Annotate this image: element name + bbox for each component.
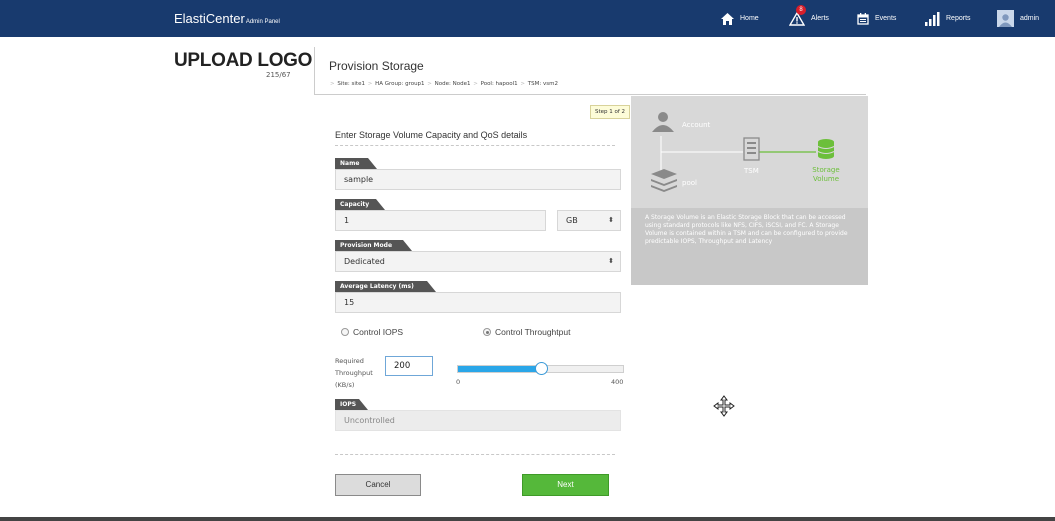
info-description: A Storage Volume is an Elastic Storage B… — [645, 214, 848, 245]
bar-chart-icon — [925, 11, 940, 26]
slider-min-label: 0 — [456, 378, 461, 386]
brand-name: ElastiCenter — [174, 11, 245, 26]
nav-alerts[interactable]: Alerts — [789, 0, 829, 37]
alerts-count-badge: 8 — [796, 5, 806, 15]
nav-home[interactable]: Home — [721, 0, 759, 37]
storage-hierarchy-diagram: Account pool TSM Storage Volume — [631, 96, 868, 208]
avatar — [997, 10, 1014, 27]
top-navigation-bar: ElastiCenterAdmin Panel Home Alerts 8 Ev… — [0, 0, 1055, 37]
page-title: Provision Storage — [329, 59, 424, 73]
breadcrumb-ha-group[interactable]: HA Group: group1 — [375, 81, 424, 87]
throughput-slider-fill — [458, 366, 541, 372]
next-button[interactable]: Next — [522, 474, 609, 496]
breadcrumb-node[interactable]: Node: Node1 — [435, 81, 471, 87]
nav-home-label: Home — [740, 15, 759, 22]
nav-reports-label: Reports — [946, 15, 971, 22]
page-header: Provision Storage > Site: site1 > HA Gro… — [314, 47, 866, 95]
provision-mode-select[interactable]: Dedicated ⬍ — [335, 251, 621, 272]
home-icon — [721, 12, 734, 25]
logo-dimensions: 215/67 — [266, 71, 291, 79]
nav-user-menu[interactable]: admin — [997, 0, 1039, 37]
move-cursor-icon — [713, 395, 735, 417]
step-indicator: Step 1 of 2 — [590, 105, 630, 119]
account-icon — [652, 112, 674, 132]
radio-control-iops-label: Control IOPS — [353, 327, 404, 337]
capacity-unit-value: GB — [566, 216, 578, 225]
radio-control-throughput[interactable]: Control Throughtput — [483, 327, 570, 337]
form-section-title: Enter Storage Volume Capacity and QoS de… — [335, 130, 528, 140]
bottom-edge — [0, 517, 1055, 521]
calendar-icon — [857, 12, 869, 25]
name-input[interactable]: sample — [335, 169, 621, 190]
info-panel: Account pool TSM Storage Volume A Storag… — [631, 96, 868, 285]
pool-text: pool — [682, 179, 697, 187]
radio-button-selected-icon — [483, 328, 491, 336]
breadcrumb-site[interactable]: Site: site1 — [337, 81, 365, 87]
user-silhouette-icon — [999, 14, 1012, 27]
breadcrumb-chevron-icon: > — [330, 81, 335, 87]
breadcrumb-pool[interactable]: Pool: hapool1 — [481, 81, 518, 87]
cancel-button[interactable]: Cancel — [335, 474, 421, 496]
app-brand[interactable]: ElastiCenterAdmin Panel — [174, 11, 280, 26]
throughput-slider-handle[interactable] — [534, 362, 548, 375]
storage-volume-text-line2: Volume — [813, 175, 839, 183]
provision-mode-label: Provision Mode — [335, 240, 412, 251]
storage-volume-database-icon — [817, 139, 835, 159]
pool-stack-icon — [651, 169, 677, 192]
nav-alerts-label: Alerts — [811, 15, 829, 22]
diagram-graphic: Account pool TSM Storage Volume — [651, 112, 840, 192]
breadcrumb-chevron-icon: > — [427, 81, 432, 87]
user-name: admin — [1020, 15, 1040, 22]
breadcrumb: > Site: site1 > HA Group: group1 > Node:… — [329, 81, 558, 87]
radio-button-icon — [341, 328, 349, 336]
account-text: Account — [682, 121, 711, 129]
nav-events-label: Events — [875, 15, 897, 22]
required-throughput-input[interactable]: 200 — [385, 356, 433, 376]
breadcrumb-chevron-icon: > — [520, 81, 526, 87]
tsm-text: TSM — [743, 167, 759, 175]
iops-field: Uncontrolled — [335, 410, 621, 431]
divider — [335, 145, 615, 146]
brand-subtitle: Admin Panel — [245, 19, 280, 25]
required-throughput-label: Required Throughput (KB/s) — [335, 357, 373, 389]
radio-control-throughput-label: Control Throughtput — [495, 327, 571, 337]
select-arrows-icon: ⬍ — [608, 257, 614, 265]
iops-label: IOPS — [335, 399, 368, 410]
average-latency-label: Average Latency (ms) — [335, 281, 436, 292]
name-label: Name — [335, 158, 377, 169]
storage-volume-text-line1: Storage — [812, 166, 839, 174]
radio-control-iops[interactable]: Control IOPS — [341, 327, 403, 337]
capacity-label: Capacity — [335, 199, 385, 210]
capacity-unit-select[interactable]: GB ⬍ — [557, 210, 621, 231]
nav-events[interactable]: Events — [857, 0, 896, 37]
provision-mode-value: Dedicated — [344, 257, 385, 266]
nav-reports[interactable]: Reports — [925, 0, 971, 37]
average-latency-input[interactable]: 15 — [335, 292, 621, 313]
slider-max-label: 400 — [611, 378, 624, 386]
tsm-server-icon — [743, 137, 760, 161]
divider — [335, 454, 615, 455]
breadcrumb-chevron-icon: > — [367, 81, 373, 87]
select-arrows-icon: ⬍ — [608, 216, 614, 224]
breadcrumb-tsm[interactable]: TSM: vsm2 — [528, 81, 558, 87]
upload-logo-placeholder[interactable]: UPLOAD LOGO — [174, 50, 312, 72]
breadcrumb-chevron-icon: > — [473, 81, 478, 87]
capacity-input[interactable]: 1 — [335, 210, 546, 231]
